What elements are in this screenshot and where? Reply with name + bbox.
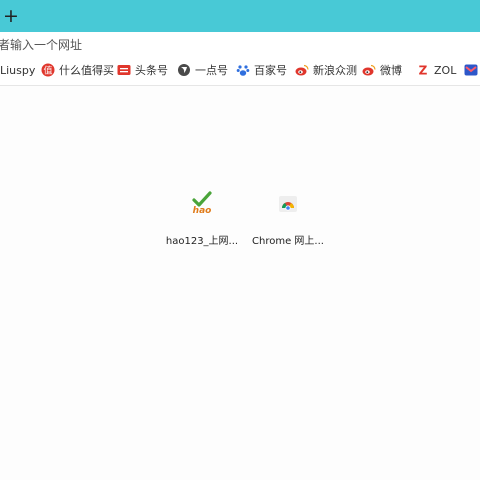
weibo-icon [362, 63, 376, 77]
mail-app-icon [464, 63, 478, 77]
shortcut-chrome-web-store[interactable]: Chrome 网上... [243, 190, 333, 247]
address-input[interactable]: 者输入一个网址 [0, 36, 468, 54]
bookmark-toutiao[interactable]: 头条号 [117, 63, 168, 79]
yidian-icon [177, 63, 191, 77]
bookmark-zol[interactable]: Z ZOL [416, 63, 457, 79]
baidu-paw-icon [236, 63, 250, 77]
bookmark-label: 微博 [380, 64, 402, 77]
bookmarks-bar: Liuspy 值 什么值得买 头条号 一点号 百家号 新浪众测 微博 Z ZOL [0, 58, 480, 86]
weibo-icon [295, 63, 309, 77]
bookmark-label: 新浪众测 [313, 64, 357, 77]
bookmark-label: 头条号 [135, 64, 168, 77]
bookmark-sina-zhongce[interactable]: 新浪众测 [295, 63, 357, 79]
hao123-icon: hao [188, 190, 216, 218]
shortcut-label: hao123_上网... [165, 236, 239, 247]
zol-icon: Z [416, 63, 430, 78]
smzdm-icon: 值 [41, 63, 55, 77]
bookmark-mail[interactable] [464, 63, 480, 79]
shortcut-label: Chrome 网上... [252, 236, 324, 247]
bookmark-baijiahao[interactable]: 百家号 [236, 63, 287, 79]
bookmark-label: ZOL [434, 64, 457, 77]
bookmark-label: 百家号 [254, 64, 287, 77]
chrome-store-icon [274, 190, 302, 218]
bookmark-label: 什么值得买 [59, 64, 114, 77]
bookmark-weibo[interactable]: 微博 [362, 63, 402, 79]
svg-text:Z: Z [419, 64, 428, 78]
svg-text:hao: hao [193, 206, 212, 216]
new-tab-page: hao hao123_上网... Chrome 网上... [0, 86, 480, 480]
bookmark-label: Liuspy [0, 64, 36, 77]
bookmark-label: 一点号 [195, 64, 228, 77]
svg-text:值: 值 [43, 65, 52, 77]
bookmark-smzdm[interactable]: 值 什么值得买 [41, 63, 114, 79]
bookmark-liuspy[interactable]: Liuspy [0, 63, 35, 79]
shortcut-hao123[interactable]: hao hao123_上网... [157, 190, 247, 247]
toutiao-icon [117, 63, 131, 77]
address-bar: 者输入一个网址 [0, 32, 480, 58]
tab-bar: + [0, 0, 480, 32]
new-tab-button[interactable]: + [3, 5, 19, 27]
bookmark-yidian[interactable]: 一点号 [177, 63, 228, 79]
